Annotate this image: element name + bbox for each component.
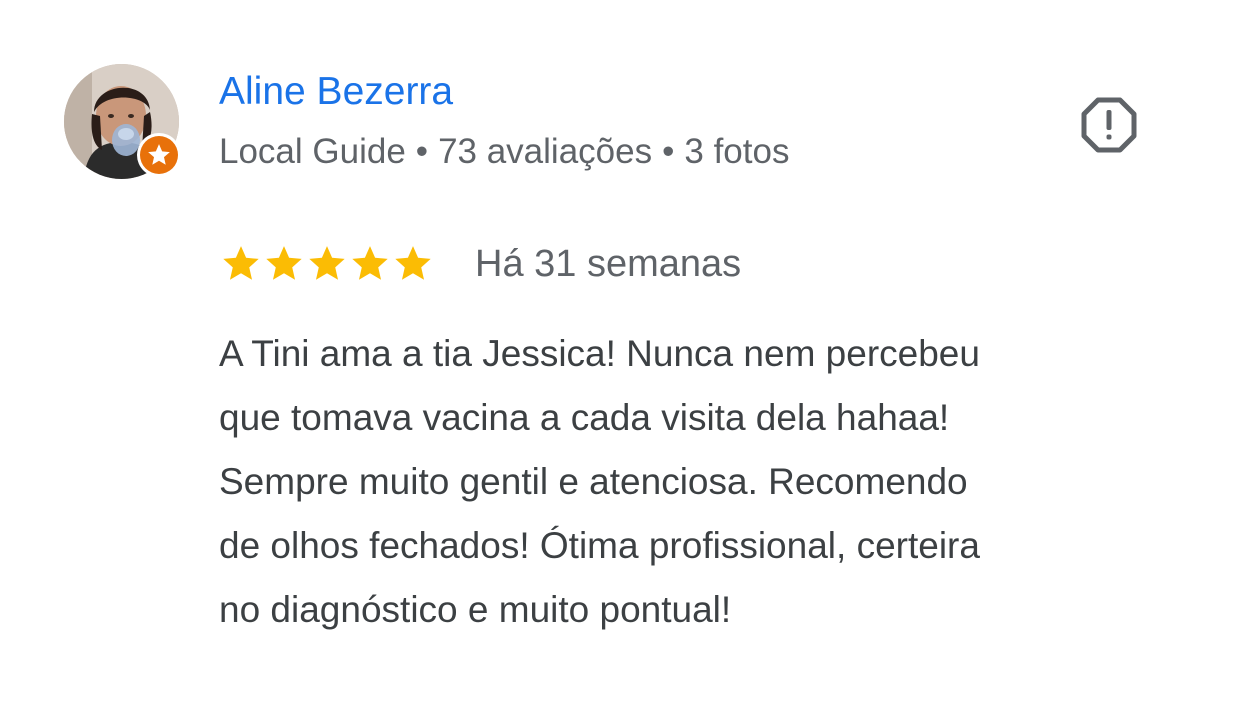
local-guide-badge-circle (140, 136, 178, 174)
meta-separator: • (415, 132, 429, 171)
star-icon (395, 246, 431, 280)
local-guide-badge (137, 133, 181, 177)
local-guide-label: Local Guide (219, 132, 406, 171)
star-rating (220, 243, 435, 285)
review-text: A Tini ama a tia Jessica! Nunca nem perc… (219, 322, 1199, 642)
author-avatar[interactable] (64, 64, 181, 179)
review-line: no diagnóstico e muito pontual! (219, 589, 732, 630)
star-icon (148, 144, 170, 165)
review-line: Sempre muito gentil e atenciosa. Recomen… (219, 461, 968, 502)
author-meta: Local Guide • 73 avaliações • 3 fotos (219, 130, 789, 174)
meta-separator: • (662, 132, 675, 171)
report-octagon-icon (1081, 97, 1137, 153)
star-icon (309, 246, 345, 280)
star-icon (266, 246, 302, 280)
review-line: que tomava vacina a cada visita dela hah… (219, 397, 950, 438)
review-time: Há 31 semanas (475, 243, 742, 285)
review-line: de olhos fechados! Ótima profissional, c… (219, 525, 980, 566)
author-name[interactable]: Aline Bezerra (219, 68, 453, 116)
photo-count: 3 fotos (684, 132, 790, 171)
star-icon (352, 246, 388, 280)
rating-row: Há 31 semanas (220, 238, 741, 290)
review-line: A Tini ama a tia Jessica! Nunca nem perc… (219, 333, 980, 374)
review-count: 73 avaliações (438, 132, 653, 171)
star-icon (223, 246, 259, 280)
report-flag-icon[interactable] (1080, 96, 1138, 154)
